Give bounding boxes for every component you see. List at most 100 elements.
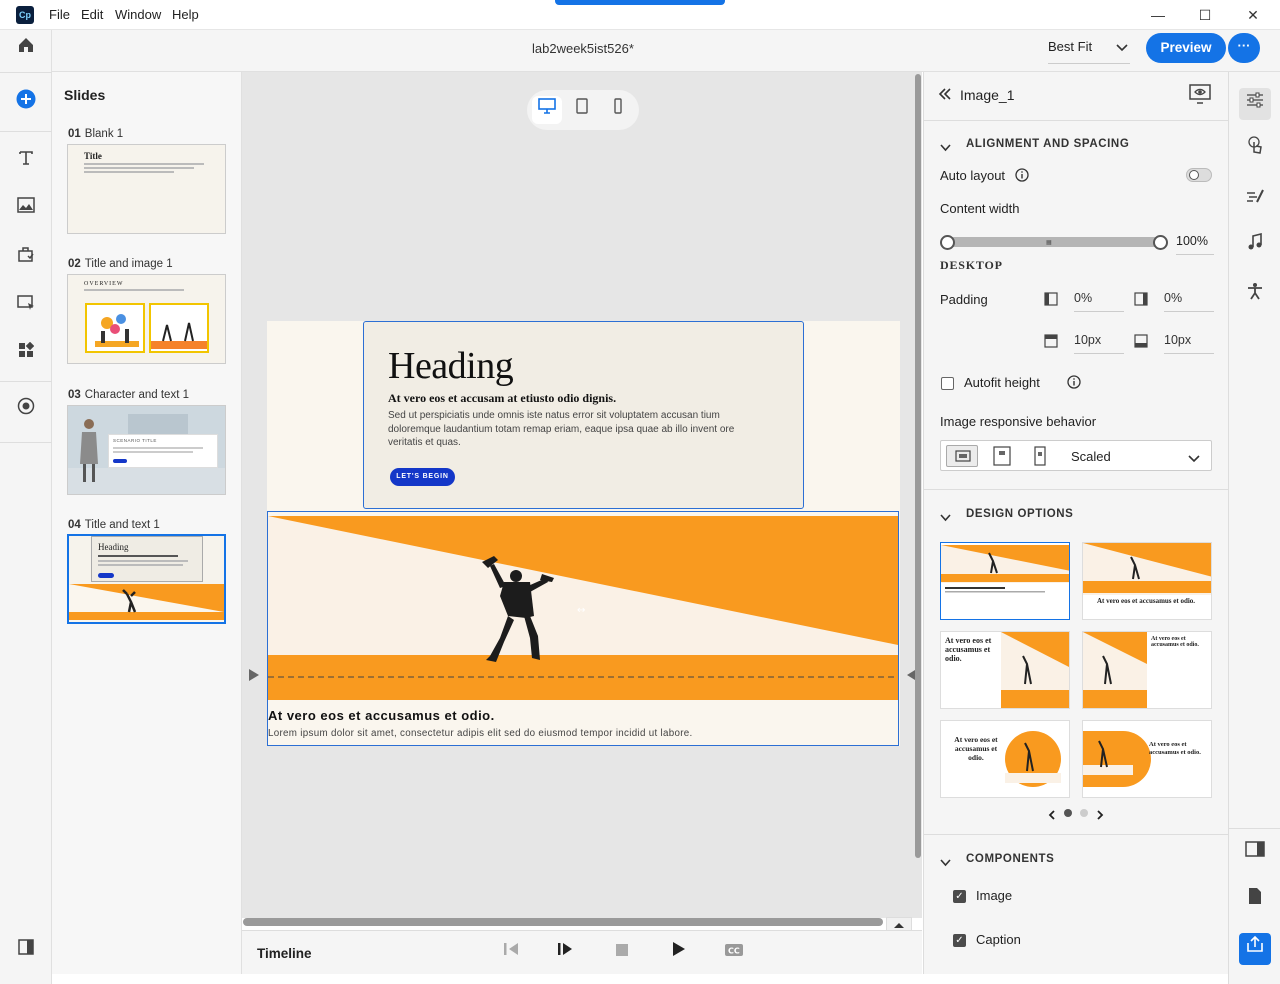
design-options-title[interactable]: DESIGN OPTIONS	[966, 508, 1073, 520]
slider-handle-min[interactable]	[940, 235, 955, 250]
menu-edit[interactable]: Edit	[81, 7, 103, 22]
design-option-6[interactable]: At vero eos et accusamus et odio.	[1082, 720, 1212, 798]
padding-top-field[interactable]: 10px	[1074, 333, 1124, 354]
padding-right-field[interactable]: 0%	[1164, 291, 1214, 312]
responsive-behavior-value: Scaled	[1071, 449, 1111, 464]
drag-handle[interactable]	[555, 0, 725, 5]
minimize-button[interactable]: —	[1143, 4, 1173, 26]
canvas-area[interactable]: Heading At vero eos et accusam at etiust…	[242, 72, 922, 918]
fit-mode-icon[interactable]	[993, 446, 1011, 469]
closed-caption-icon[interactable]: CC	[721, 941, 747, 965]
toggle-panel-icon[interactable]	[11, 935, 41, 965]
more-options-button[interactable]: ···	[1228, 33, 1260, 63]
animation-icon[interactable]	[1239, 184, 1271, 216]
slide-body-text[interactable]: Sed ut perspiciatis unde omnis iste natu…	[388, 409, 768, 450]
mobile-view-button[interactable]	[603, 96, 633, 124]
svg-text:↔: ↔	[577, 605, 585, 616]
menu-help[interactable]: Help	[172, 7, 199, 22]
scaled-mode-icon[interactable]	[946, 445, 978, 467]
chevron-right-icon[interactable]	[1096, 808, 1104, 823]
widget-icon[interactable]	[11, 291, 41, 321]
close-button[interactable]: ✕	[1238, 4, 1268, 26]
canvas-horizontal-scrollbar[interactable]	[243, 918, 883, 926]
zoom-dropdown[interactable]: Best Fit	[1048, 36, 1130, 64]
play-icon[interactable]	[665, 941, 691, 965]
image-container[interactable]: ↔ At vero eos et accusamus et odio. Lore…	[267, 511, 899, 746]
timeline-expand-button[interactable]	[886, 917, 912, 931]
design-option-4[interactable]: At vero eos et accusamus et odio.	[1082, 631, 1212, 709]
design-option-3[interactable]: At vero eos et accusamus et odio.	[940, 631, 1070, 709]
slide-subheading[interactable]: At vero eos et accusam at etiusto odio d…	[388, 391, 616, 406]
properties-sliders-icon[interactable]	[1239, 88, 1271, 120]
slider-handle-max[interactable]	[1153, 235, 1168, 250]
record-icon[interactable]	[11, 395, 41, 425]
caption-title[interactable]: At vero eos et accusamus et odio.	[268, 708, 495, 723]
preview-button[interactable]: Preview	[1146, 33, 1226, 63]
responsive-behavior-select[interactable]: Scaled	[940, 440, 1212, 471]
info-icon[interactable]	[1015, 168, 1029, 185]
slide-label-3[interactable]: 03 Character and text 1	[68, 389, 189, 401]
slide-thumbnail-3[interactable]: SCENARIO TITLE	[67, 405, 226, 495]
padding-left-field[interactable]: 0%	[1074, 291, 1124, 312]
design-option-2[interactable]: At vero eos et accusamus et odio.	[1082, 542, 1212, 620]
design-option-1[interactable]	[940, 542, 1070, 620]
page-dot-2[interactable]	[1080, 809, 1088, 817]
slide-label-2[interactable]: 02 Title and image 1	[68, 258, 173, 270]
slide-thumbnail-4[interactable]: Heading	[67, 534, 226, 624]
canvas-vertical-scrollbar[interactable]	[915, 74, 921, 858]
components-title[interactable]: COMPONENTS	[966, 853, 1054, 865]
slide-label-4[interactable]: 04 Title and text 1	[68, 519, 160, 531]
slide-thumbnail-1[interactable]: Title	[67, 144, 226, 234]
audio-icon[interactable]	[1239, 231, 1271, 263]
chevron-down-icon[interactable]	[940, 855, 951, 870]
slide-properties-icon[interactable]	[1239, 837, 1271, 869]
text-icon[interactable]	[11, 146, 41, 176]
menu-file[interactable]: File	[49, 7, 70, 22]
caption-component-checkbox[interactable]: ✓	[953, 934, 966, 947]
maximize-button[interactable]: ☐	[1190, 4, 1220, 26]
padding-bottom-field[interactable]: 10px	[1164, 333, 1214, 354]
page-dot-1[interactable]	[1064, 809, 1072, 817]
stop-icon[interactable]	[609, 941, 635, 965]
home-icon[interactable]	[11, 34, 41, 64]
document-icon[interactable]	[1239, 885, 1271, 917]
hero-image[interactable]: ↔	[268, 516, 898, 700]
media-icon[interactable]	[11, 194, 41, 224]
image-component-checkbox[interactable]: ✓	[953, 890, 966, 903]
design-option-5[interactable]: At vero eos et accusamus et odio.	[940, 720, 1070, 798]
design-option-text: At vero eos et accusamus et odio.	[954, 735, 998, 762]
content-width-slider[interactable]: ▦	[946, 237, 1160, 247]
visibility-icon[interactable]	[1189, 84, 1211, 107]
slide-thumbnail-2[interactable]: OVERVIEW	[67, 274, 226, 364]
accessibility-icon[interactable]	[1239, 280, 1271, 312]
desktop-view-button[interactable]	[532, 96, 562, 124]
chevron-left-icon[interactable]	[1048, 808, 1056, 823]
info-icon[interactable]	[1067, 375, 1081, 392]
auto-layout-label: Auto layout	[940, 168, 1006, 183]
content-width-value[interactable]: 100%	[1176, 234, 1214, 255]
share-icon[interactable]	[1239, 933, 1271, 965]
assets-icon[interactable]	[11, 338, 41, 368]
menu-window[interactable]: Window	[115, 7, 161, 22]
slide-heading[interactable]: Heading	[388, 344, 514, 388]
chevron-down-icon	[1188, 451, 1200, 466]
crop-mode-icon[interactable]	[1034, 446, 1046, 469]
add-slide-icon[interactable]	[11, 89, 41, 119]
text-container[interactable]: Heading At vero eos et accusam at etiust…	[363, 321, 804, 509]
collapse-panel-icon[interactable]	[938, 88, 952, 103]
thumb-title: Heading	[98, 542, 129, 552]
chevron-down-icon[interactable]	[940, 140, 951, 155]
lets-begin-button[interactable]: LET'S BEGIN	[390, 468, 455, 486]
slide-label-1[interactable]: 01 Blank 1	[68, 128, 123, 140]
tablet-view-button[interactable]	[567, 96, 597, 124]
interaction-icon[interactable]	[11, 243, 41, 273]
chevron-down-icon[interactable]	[940, 510, 951, 525]
auto-layout-toggle[interactable]	[1186, 168, 1212, 182]
alignment-section-title[interactable]: ALIGNMENT AND SPACING	[966, 138, 1129, 150]
rewind-icon[interactable]	[498, 941, 524, 965]
interaction-touch-icon[interactable]	[1239, 136, 1271, 168]
step-forward-icon[interactable]	[552, 941, 578, 965]
slide-canvas[interactable]: Heading At vero eos et accusam at etiust…	[267, 321, 900, 746]
caption-text[interactable]: Lorem ipsum dolor sit amet, consectetur …	[268, 728, 693, 739]
autofit-height-checkbox[interactable]	[941, 377, 954, 390]
